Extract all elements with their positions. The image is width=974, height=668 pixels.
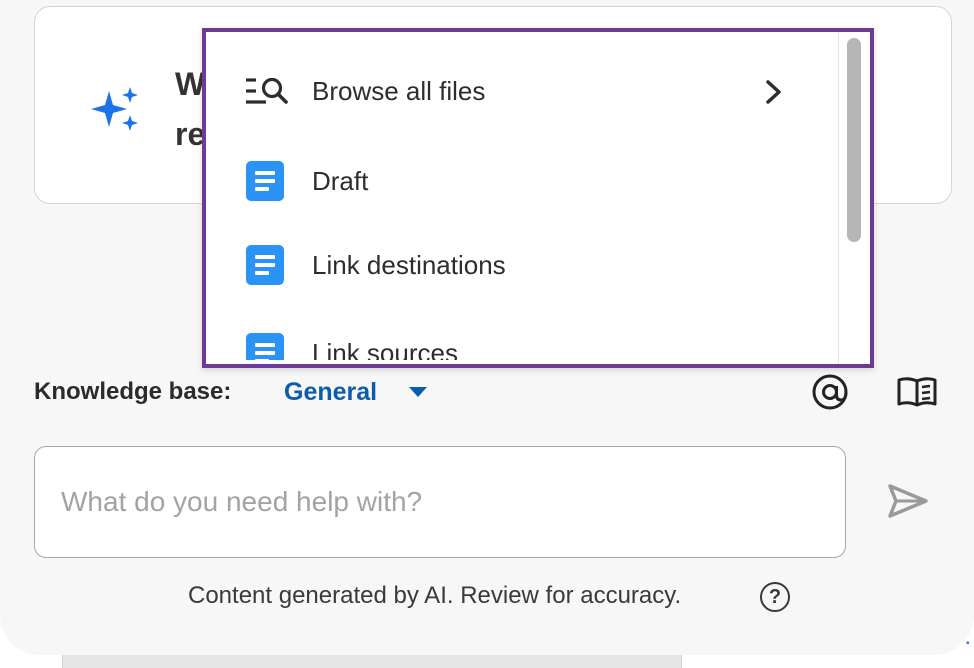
document-icon	[246, 245, 288, 287]
help-button[interactable]: ?	[760, 582, 790, 612]
menu-item-browse-all-files[interactable]: Browse all files	[206, 56, 836, 126]
background-strip	[62, 655, 682, 668]
browse-search-icon	[246, 77, 288, 104]
dropdown-list: Browse all files Draft Link destinations…	[206, 32, 836, 360]
at-icon	[812, 374, 848, 410]
document-icon	[246, 161, 288, 203]
dropdown-scrollbar[interactable]	[838, 32, 870, 364]
chat-input[interactable]	[59, 481, 823, 523]
caret-down-icon	[409, 387, 428, 397]
menu-item-link-sources[interactable]: Link sources	[206, 318, 836, 360]
menu-item-label: Link destinations	[312, 250, 506, 280]
document-icon	[246, 333, 288, 360]
file-dropdown[interactable]: Browse all files Draft Link destinations…	[202, 28, 874, 368]
menu-item-draft[interactable]: Draft	[206, 146, 836, 216]
menu-item-label: Link sources	[312, 338, 458, 360]
menu-item-label: Browse all files	[312, 76, 486, 106]
send-button[interactable]	[884, 480, 932, 522]
chevron-right-icon	[766, 80, 781, 104]
question-icon: ?	[768, 585, 782, 608]
book-open-icon	[897, 377, 937, 407]
chat-input-box[interactable]	[34, 446, 846, 558]
send-icon	[888, 484, 928, 518]
sparkle-icon	[91, 87, 138, 131]
ai-disclaimer: Content generated by AI. Review for accu…	[188, 582, 682, 609]
knowledge-base-select[interactable]: General	[284, 376, 428, 408]
knowledge-base-value: General	[284, 377, 378, 406]
scrollbar-thumb[interactable]	[847, 38, 861, 242]
menu-item-link-destinations[interactable]: Link destinations	[206, 230, 836, 300]
menu-item-label: Draft	[312, 166, 369, 196]
library-button[interactable]	[896, 372, 938, 412]
mention-button[interactable]	[810, 372, 850, 412]
knowledge-base-row: Knowledge base: General	[34, 372, 954, 412]
edge-mark: ▪	[966, 638, 970, 649]
knowledge-base-label: Knowledge base:	[34, 378, 232, 405]
